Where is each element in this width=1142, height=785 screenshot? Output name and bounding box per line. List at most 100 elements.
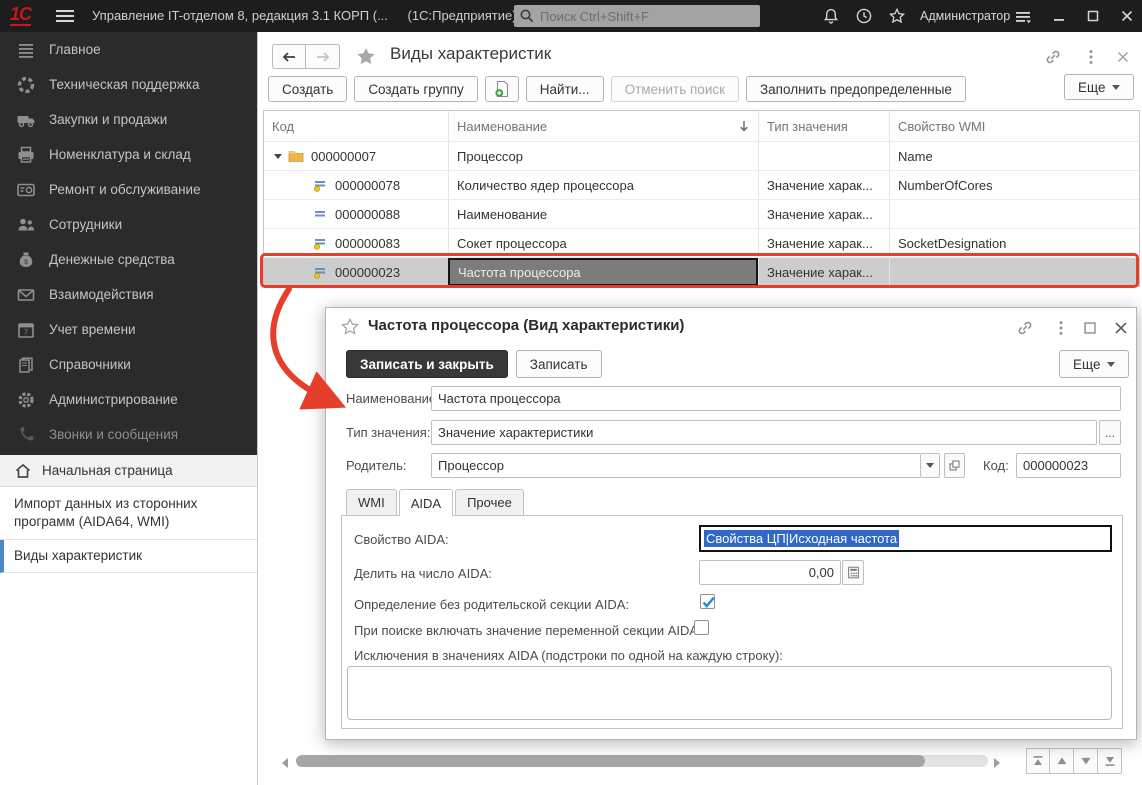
sidebar-item-money[interactable]: $ Денежные средства: [0, 242, 257, 277]
scroll-left-icon[interactable]: [282, 758, 288, 768]
more-menu-icon[interactable]: [1052, 319, 1070, 337]
back-button[interactable]: [272, 44, 306, 69]
main-functions-menu-icon[interactable]: [1014, 9, 1032, 27]
create-group-button[interactable]: Создать группу: [354, 76, 477, 102]
cancel-search-button[interactable]: Отменить поиск: [611, 76, 739, 102]
column-header-type[interactable]: Тип значения: [758, 111, 889, 141]
go-up-button[interactable]: [1050, 748, 1074, 774]
copy-item-button[interactable]: [485, 76, 519, 102]
sidebar-item-label: Учет времени: [49, 322, 136, 337]
sidebar-item-purchases-sales[interactable]: Закупки и продажи: [0, 102, 257, 137]
history-icon[interactable]: [855, 7, 873, 25]
column-header-name[interactable]: Наименование: [448, 111, 758, 141]
sidebar-bottom-panel: Начальная страница Импорт данных из стор…: [0, 455, 258, 785]
go-to-first-button[interactable]: [1026, 748, 1050, 774]
forward-button[interactable]: [306, 44, 340, 69]
opened-window-import-data[interactable]: Импорт данных из сторонних программ (AID…: [0, 487, 257, 540]
sidebar-item-nomenclature-warehouse[interactable]: Номенклатура и склад: [0, 137, 257, 172]
name-field[interactable]: [431, 386, 1121, 411]
get-link-icon[interactable]: [1016, 319, 1034, 337]
column-header-wmi[interactable]: Свойство WMI: [889, 111, 1139, 141]
aida-divide-field[interactable]: [699, 560, 841, 585]
phone-icon: [16, 425, 36, 445]
create-button[interactable]: Создать: [268, 76, 347, 102]
sidebar-item-label: Номенклатура и склад: [49, 147, 191, 162]
save-and-close-button[interactable]: Записать и закрыть: [346, 350, 508, 378]
focused-cell[interactable]: Частота процессора: [448, 258, 758, 286]
fill-predefined-button[interactable]: Заполнить предопределенные: [746, 76, 966, 102]
close-button[interactable]: [1119, 8, 1135, 24]
tab-aida[interactable]: AIDA: [399, 489, 453, 516]
table-row[interactable]: 000000078 Количество ядер процессора Зна…: [264, 170, 1139, 199]
folder-icon: [288, 148, 304, 164]
favorites-star-icon[interactable]: [888, 7, 906, 25]
column-header-code[interactable]: Код: [264, 111, 448, 141]
characteristic-types-table: Код Наименование Тип значения Свойство W…: [263, 110, 1140, 287]
choose-type-button[interactable]: ...: [1099, 420, 1121, 445]
history-nav: [272, 44, 340, 69]
search-icon: [519, 8, 535, 24]
table-row[interactable]: 000000083 Сокет процессора Значение хара…: [264, 228, 1139, 257]
more-menu-icon[interactable]: [1082, 48, 1100, 66]
sidebar-item-employees[interactable]: Сотрудники: [0, 207, 257, 242]
aida-exclusions-textarea[interactable]: [347, 666, 1112, 720]
global-search[interactable]: [514, 5, 760, 27]
table-row[interactable]: 000000088 Наименование Значение харак...: [264, 199, 1139, 228]
close-window-icon[interactable]: [1114, 48, 1132, 66]
sidebar-item-references[interactable]: Справочники: [0, 347, 257, 382]
go-down-button[interactable]: [1074, 748, 1098, 774]
dialog-more-button[interactable]: Еще: [1059, 350, 1129, 378]
scrollbar-thumb[interactable]: [296, 755, 925, 767]
tab-wmi[interactable]: WMI: [346, 489, 397, 515]
parent-open-button[interactable]: [944, 453, 965, 478]
people-icon: [16, 215, 36, 235]
sidebar-item-interactions[interactable]: Взаимодействия: [0, 277, 257, 312]
notifications-bell-icon[interactable]: [822, 7, 840, 25]
calendar-icon: 7: [16, 320, 36, 340]
minimize-button[interactable]: [1051, 8, 1067, 24]
sidebar-item-repair-service[interactable]: Ремонт и обслуживание: [0, 172, 257, 207]
calculator-button[interactable]: [842, 560, 864, 585]
hamburger-menu-icon[interactable]: [56, 10, 74, 22]
table-row-group[interactable]: 000000007 Процессор Name: [264, 141, 1139, 170]
app-title-text: Управление IT-отделом 8, редакция 3.1 КО…: [92, 8, 388, 23]
code-field[interactable]: [1016, 453, 1121, 478]
aida-no-parent-section-checkbox[interactable]: [700, 594, 715, 609]
opened-window-characteristic-types[interactable]: Виды характеристик: [0, 540, 257, 573]
parent-field[interactable]: [431, 453, 921, 478]
sidebar-item-glavnoe[interactable]: Главное: [0, 32, 257, 67]
lifebuoy-icon: [16, 75, 36, 95]
table-row-selected[interactable]: 000000023 Частота процессора Значение ха…: [264, 257, 1139, 286]
app-title: Управление IT-отделом 8, редакция 3.1 КО…: [92, 8, 517, 23]
collapse-group-icon[interactable]: [274, 154, 282, 159]
home-page-link[interactable]: Начальная страница: [0, 455, 257, 487]
get-link-icon[interactable]: [1044, 48, 1062, 66]
list-more-button[interactable]: Еще: [1064, 74, 1134, 100]
sidebar: Главное Техническая поддержка Закупки и …: [0, 32, 258, 455]
sidebar-item-label: Справочники: [49, 357, 131, 372]
horizontal-scrollbar[interactable]: [296, 755, 988, 767]
save-button[interactable]: Записать: [516, 350, 602, 378]
find-button[interactable]: Найти...: [526, 76, 604, 102]
user-name[interactable]: Администратор: [920, 9, 1010, 23]
go-to-last-button[interactable]: [1098, 748, 1122, 774]
sidebar-item-calls-messages[interactable]: Звонки и сообщения: [0, 417, 257, 452]
code-field-label: Код:: [983, 458, 1009, 473]
maximize-window-icon[interactable]: [1081, 319, 1099, 337]
sidebar-item-tech-support[interactable]: Техническая поддержка: [0, 67, 257, 102]
aida-include-variable-checkbox[interactable]: [694, 620, 709, 635]
sidebar-item-time-tracking[interactable]: 7 Учет времени: [0, 312, 257, 347]
maximize-button[interactable]: [1085, 8, 1101, 24]
sidebar-item-administration[interactable]: Администрирование: [0, 382, 257, 417]
favorite-star-icon[interactable]: [355, 46, 377, 68]
search-input[interactable]: [514, 5, 760, 27]
parent-dropdown-button[interactable]: [921, 453, 940, 478]
money-bag-icon: $: [16, 250, 36, 270]
close-dialog-icon[interactable]: [1112, 319, 1130, 337]
sidebar-item-label: Денежные средства: [49, 252, 175, 267]
aida-property-field[interactable]: Свойства ЦП|Исходная частота: [699, 525, 1112, 552]
favorite-star-icon[interactable]: [340, 317, 360, 337]
tab-other[interactable]: Прочее: [455, 489, 524, 515]
value-type-field[interactable]: [431, 420, 1097, 445]
scroll-right-icon[interactable]: [994, 758, 1000, 768]
